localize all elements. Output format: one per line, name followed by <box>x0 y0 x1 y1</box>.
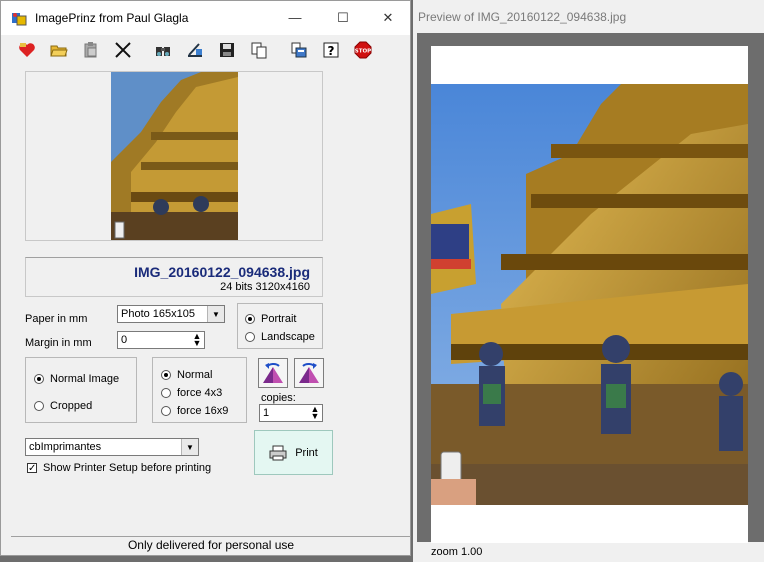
margin-label: Margin in mm <box>25 337 92 349</box>
spinner-icon[interactable]: ▲ ▼ <box>309 405 321 421</box>
printer-icon <box>269 445 287 460</box>
radio-dot <box>161 406 171 416</box>
rotate-right-button[interactable] <box>294 358 324 388</box>
radio-dot <box>245 314 255 324</box>
printer-select[interactable]: cbImprimantes ▼ <box>25 438 199 456</box>
radio-dot <box>245 332 255 342</box>
normal-image-label: Normal Image <box>50 373 120 385</box>
margin-input[interactable]: 0 ▲ ▼ <box>117 331 205 349</box>
favorites-icon[interactable] <box>15 39 39 61</box>
radio-dot <box>34 374 44 384</box>
cropped-radio[interactable]: Cropped <box>34 400 92 412</box>
paste-icon[interactable] <box>79 39 103 61</box>
window-title: ImagePrinz from Paul Glagla <box>35 11 189 25</box>
aspect-normal-radio[interactable]: Normal <box>161 369 212 381</box>
maximize-button[interactable]: ☐ <box>320 1 366 35</box>
radio-dot <box>161 370 171 380</box>
portrait-label: Portrait <box>261 313 297 325</box>
aspect-group: Normal force 4x3 force 16x9 <box>152 357 247 423</box>
rotate-left-icon <box>263 363 283 383</box>
toolbar: ? STOP <box>1 35 410 65</box>
paper-size-value: Photo 165x105 <box>121 308 196 320</box>
rotate-right-icon <box>299 363 319 383</box>
copies-label: copies: <box>261 392 296 404</box>
stop-label: STOP <box>355 49 371 55</box>
main-window: ImagePrinz from Paul Glagla — ☐ ✕ ? STOP… <box>0 0 411 556</box>
thumbnail-image[interactable] <box>111 72 238 240</box>
margin-value: 0 <box>121 334 128 346</box>
force-16x9-radio[interactable]: force 16x9 <box>161 405 228 417</box>
minimize-button[interactable]: — <box>272 1 318 35</box>
crop-tool-icon[interactable] <box>111 39 135 61</box>
copies-input[interactable]: 1 ▲ ▼ <box>259 404 323 422</box>
copies-value: 1 <box>263 407 270 419</box>
spinner-icon[interactable]: ▲ ▼ <box>191 332 203 348</box>
chevron-down-icon[interactable]: ▼ <box>181 439 198 455</box>
force-16x9-label: force 16x9 <box>177 405 229 417</box>
file-details: 24 bits 3120x4160 <box>220 281 310 293</box>
zoom-level: zoom 1.00 <box>431 546 483 558</box>
preview-window: Preview of IMG_20160122_094638.jpg zoom … <box>413 0 764 562</box>
print-button[interactable]: Print <box>254 430 333 475</box>
aspect-normal-label: Normal <box>177 369 213 381</box>
file-info-panel: IMG_20160122_094638.jpg 24 bits 3120x416… <box>25 257 323 297</box>
paper-size-select[interactable]: Photo 165x105 ▼ <box>117 305 225 323</box>
landscape-label: Landscape <box>261 331 315 343</box>
thumbnail-frame <box>25 71 323 241</box>
preview-paper <box>431 46 748 543</box>
preview-title-bar: Preview of IMG_20160122_094638.jpg <box>413 0 764 33</box>
paper-label: Paper in mm <box>25 313 88 325</box>
copy-icon[interactable] <box>247 39 271 61</box>
open-folder-icon[interactable] <box>47 39 71 61</box>
save-disk-icon[interactable] <box>215 39 239 61</box>
print-button-label: Print <box>295 446 318 459</box>
chevron-down-icon[interactable]: ▼ <box>207 306 224 322</box>
file-name: IMG_20160122_094638.jpg <box>134 264 310 280</box>
portrait-radio[interactable]: Portrait <box>245 313 296 325</box>
edit-image-icon[interactable] <box>183 39 207 61</box>
close-button[interactable]: ✕ <box>365 1 411 35</box>
checkbox-check-icon: ✓ <box>27 463 37 474</box>
radio-dot <box>161 388 171 398</box>
image-mode-group: Normal Image Cropped <box>25 357 137 423</box>
preview-canvas <box>417 33 764 543</box>
printer-settings-icon[interactable] <box>287 39 311 61</box>
binoculars-icon[interactable] <box>151 39 175 61</box>
orientation-group: Portrait Landscape <box>237 303 323 349</box>
printer-setup-checkbox[interactable]: ✓ Show Printer Setup before printing <box>27 462 211 474</box>
cropped-label: Cropped <box>50 400 93 412</box>
printer-value: cbImprimantes <box>29 441 102 453</box>
force-4x3-label: force 4x3 <box>177 387 223 399</box>
printer-setup-label: Show Printer Setup before printing <box>43 462 212 474</box>
title-bar: ImagePrinz from Paul Glagla — ☐ ✕ <box>1 1 410 35</box>
landscape-radio[interactable]: Landscape <box>245 331 315 343</box>
status-bar: Only delivered for personal use <box>11 536 411 554</box>
help-icon[interactable]: ? <box>319 39 343 61</box>
app-icon <box>11 10 27 26</box>
normal-image-radio[interactable]: Normal Image <box>34 373 119 385</box>
svg-text:?: ? <box>328 44 335 58</box>
rotate-left-button[interactable] <box>258 358 288 388</box>
force-4x3-radio[interactable]: force 4x3 <box>161 387 222 399</box>
preview-photo[interactable] <box>431 84 748 505</box>
radio-dot <box>34 401 44 411</box>
stop-icon[interactable]: STOP <box>351 39 375 61</box>
preview-title: Preview of IMG_20160122_094638.jpg <box>418 10 627 24</box>
